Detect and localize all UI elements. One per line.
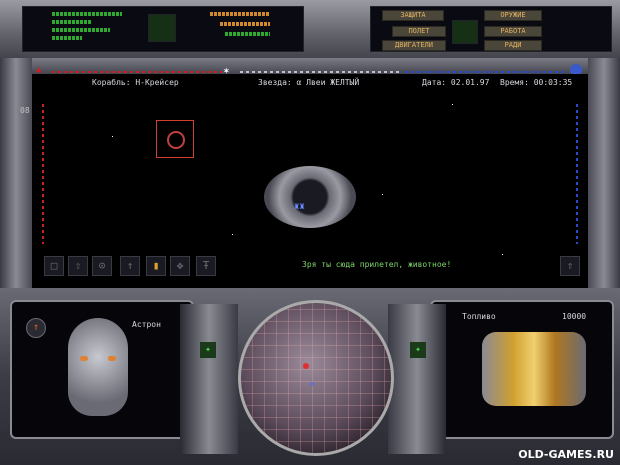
fuel-pod: Топливо 10000 [430, 300, 614, 439]
left-weapon-mount: ✦ [180, 304, 238, 454]
nav-mini-icon[interactable] [452, 20, 478, 44]
radar-globe[interactable]: + [238, 300, 394, 456]
left-altitude-scale [42, 104, 44, 244]
flight-button[interactable]: ПОЛЕТ [392, 26, 446, 37]
star [382, 194, 383, 195]
star [502, 254, 503, 255]
fuel-label: Топливо [462, 312, 496, 321]
left-weapon-icon[interactable]: ✦ [200, 342, 216, 358]
scroll-up-icon[interactable]: ⇑ [560, 256, 580, 276]
watermark: OLD-GAMES.RU [518, 448, 614, 461]
star [452, 104, 453, 105]
left-frame [0, 58, 32, 298]
fire-icon[interactable]: ▮ [146, 256, 166, 276]
pilot-pod: ↑ Астрон [10, 300, 194, 439]
blue-scale [405, 71, 565, 73]
time-label: Время: 00:03:35 [500, 78, 573, 87]
top-status-bar: ЗАЩИТА ОРУЖИЕ ПОЛЕТ РАБОТА ДВИГАТЕЛИ РАД… [0, 0, 620, 58]
system-bar [52, 28, 110, 32]
red-scale [52, 71, 222, 73]
message-text: Зря ты сюда прилетел, животное! [302, 260, 452, 269]
player-blip-icon: + [309, 379, 316, 390]
star [112, 136, 113, 137]
system-bar [225, 32, 270, 36]
pilot-arrow-icon[interactable]: ↑ [26, 318, 46, 338]
up-icon[interactable]: ↑ [120, 256, 140, 276]
defense-button[interactable]: ЗАЩИТА [382, 10, 444, 21]
radar-grid [241, 303, 391, 453]
scale-value: 08 [20, 106, 30, 115]
date-label: Дата: 02.01.97 [422, 78, 490, 87]
white-scale [240, 71, 400, 73]
right-weapon-mount: ✦ [388, 304, 446, 454]
pilot-eye [108, 356, 116, 361]
right-altitude-scale [576, 104, 578, 244]
pilot-name: Астрон [132, 320, 161, 329]
alien-pilot-portrait [68, 318, 128, 416]
radar-mini-icon[interactable] [148, 14, 176, 42]
radio-button[interactable]: РАДИ [484, 40, 542, 51]
space-view[interactable]: ♜♜ [32, 74, 588, 286]
enemy-blip [303, 363, 309, 369]
system-bar [52, 12, 122, 16]
weapons-button[interactable]: ОРУЖИЕ [484, 10, 542, 21]
target-ship-icon [167, 131, 185, 149]
work-button[interactable]: РАБОТА [484, 26, 542, 37]
system-bar [52, 20, 92, 24]
ship-type-label: Корабль: Н-Крейсер [92, 78, 179, 87]
arrow-up-icon[interactable]: ⇧ [68, 256, 88, 276]
system-bar [220, 22, 270, 26]
docking-icon: ♜♜ [294, 202, 305, 212]
stop-icon[interactable]: □ [44, 256, 64, 276]
right-weapon-icon[interactable]: ✦ [410, 342, 426, 358]
engines-button[interactable]: ДВИГАТЕЛИ [382, 40, 446, 51]
right-frame [588, 58, 620, 298]
pilot-eye [80, 356, 88, 361]
planet-station-icon[interactable]: ♜♜ [264, 166, 356, 228]
star [232, 234, 233, 235]
target-lock-box[interactable] [156, 120, 194, 158]
star-label: Звезда: α Лвеи ЖЕЛТЫЙ [258, 78, 360, 87]
fuel-tank-icon [482, 332, 586, 406]
system-bar [210, 12, 270, 16]
system-bar [52, 36, 82, 40]
ship-red-icon: ▲ [36, 65, 42, 75]
move-icon[interactable]: ✥ [170, 256, 190, 276]
game-screen: ЗАЩИТА ОРУЖИЕ ПОЛЕТ РАБОТА ДВИГАТЕЛИ РАД… [0, 0, 620, 465]
target-icon[interactable]: ⊙ [92, 256, 112, 276]
fuel-value: 10000 [562, 312, 587, 321]
tool-icon[interactable]: Ŧ [196, 256, 216, 276]
